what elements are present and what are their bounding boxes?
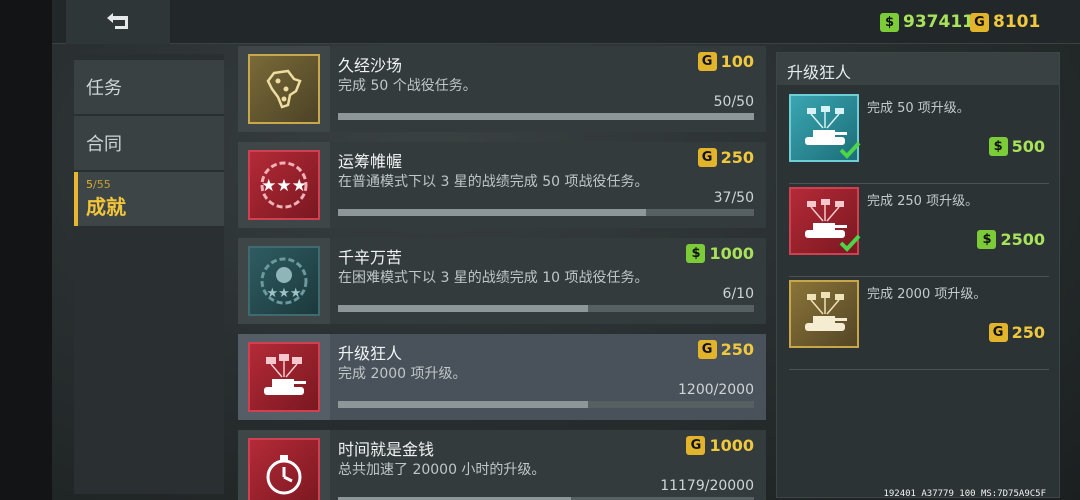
cash-balance: $ 937411	[880, 10, 974, 34]
nav-tab-label: 任务	[86, 78, 122, 99]
tier-item: 完成 2000 项升级。 G 250	[789, 277, 1049, 370]
achievement-desc: 在普通模式下以 3 星的战绩完成 50 项战役任务。	[338, 174, 649, 190]
tank-upgrade-icon	[789, 280, 859, 348]
achievement-desc: 完成 50 个战役任务。	[338, 78, 477, 94]
achievement-title: 升级狂人	[338, 344, 403, 363]
cash-icon: $	[880, 12, 899, 32]
cash-icon: $	[977, 230, 997, 249]
achievement-row[interactable]: ★★★ 运筹帷幄 在普通模式下以 3 星的战绩完成 50 项战役任务。 G 25…	[238, 142, 766, 228]
nav-tab-label: 成就	[86, 195, 126, 219]
tier-reward: G 250	[988, 323, 1045, 342]
achievement-list: 久经沙场 完成 50 个战役任务。 G 100 50/50 ★★★ 运筹帷幄 在…	[238, 44, 766, 500]
achievement-desc: 完成 2000 项升级。	[338, 366, 467, 382]
achievement-title: 运筹帷幄	[338, 152, 403, 171]
tier-desc: 完成 50 项升级。	[867, 101, 970, 116]
achievement-reward: G 250	[697, 340, 754, 359]
achievement-detail-panel: 升级狂人 完成 50 项升级。 $ 500 完成 250 项升级。 $ 2500…	[776, 52, 1060, 498]
gold-icon: G	[970, 12, 989, 32]
progress-bar	[338, 113, 754, 120]
achievement-reward: $ 1000	[686, 244, 754, 263]
achievement-reward: G 250	[697, 148, 754, 167]
detail-title: 升级狂人	[777, 53, 1059, 85]
stopwatch-icon	[248, 438, 320, 500]
skull-stars-icon: ★★★	[248, 246, 320, 316]
africa-map-icon	[248, 54, 320, 124]
achievement-title: 千辛万苦	[338, 248, 403, 267]
achievement-title: 久经沙场	[338, 56, 403, 75]
nav-tab-label: 合同	[86, 134, 122, 155]
achievement-reward: G 1000	[686, 436, 754, 455]
achievement-row[interactable]: 久经沙场 完成 50 个战役任务。 G 100 50/50	[238, 46, 766, 132]
gold-icon: G	[686, 436, 706, 455]
achievement-row[interactable]: ★★★ 千辛万苦 在困难模式下以 3 星的战绩完成 10 项战役任务。 $ 10…	[238, 238, 766, 324]
nav-tab-missions[interactable]: 任务	[74, 60, 224, 114]
debug-build-text: 192401 A37779 100 MS:7D75A9C5F	[883, 489, 1046, 499]
back-arrow-icon	[107, 13, 128, 29]
tank-upgrade-icon	[248, 342, 320, 412]
gold-amount: 8101	[993, 12, 1041, 32]
cash-amount: 937411	[903, 12, 974, 32]
gold-icon: G	[697, 340, 717, 359]
checkmark-icon	[839, 234, 861, 252]
three-stars-icon: ★★★	[248, 150, 320, 220]
left-edge	[0, 0, 52, 500]
tier-reward: $ 500	[988, 137, 1045, 156]
gold-icon: G	[697, 148, 717, 167]
tier-desc: 完成 2000 项升级。	[867, 287, 987, 302]
achievement-row-selected[interactable]: 升级狂人 完成 2000 项升级。 G 250 1200/2000	[238, 334, 766, 420]
gold-balance: G 8101	[970, 10, 1040, 34]
achievement-desc: 在困难模式下以 3 星的战绩完成 10 项战役任务。	[338, 270, 649, 286]
achievement-progress: 37/50	[713, 190, 754, 206]
progress-bar	[338, 305, 754, 312]
tier-reward: $ 2500	[977, 230, 1045, 249]
achievement-title: 时间就是金钱	[338, 440, 435, 459]
achievement-row[interactable]: 时间就是金钱 总共加速了 20000 小时的升级。 G 1000 11179/2…	[238, 430, 766, 500]
tier-item: 完成 250 项升级。 $ 2500	[789, 184, 1049, 277]
back-button[interactable]	[66, 0, 170, 44]
cash-icon: $	[988, 137, 1008, 156]
achievement-progress: 1200/2000	[678, 382, 754, 398]
achievement-desc: 总共加速了 20000 小时的升级。	[338, 462, 546, 478]
progress-bar	[338, 401, 754, 408]
category-nav: 任务 合同 5/55 成就	[74, 54, 224, 494]
tier-item: 完成 50 项升级。 $ 500	[789, 91, 1049, 184]
tier-desc: 完成 250 项升级。	[867, 194, 979, 209]
achievement-progress: 6/10	[722, 286, 754, 302]
achievement-reward: G 100	[697, 52, 754, 71]
cash-icon: $	[686, 244, 706, 263]
gold-icon: G	[697, 52, 717, 71]
achievement-progress: 50/50	[713, 94, 754, 110]
checkmark-icon	[839, 141, 861, 159]
nav-tab-achievements[interactable]: 5/55 成就	[74, 172, 224, 226]
gold-icon: G	[988, 323, 1008, 342]
nav-tab-contracts[interactable]: 合同	[74, 116, 224, 170]
progress-bar	[338, 209, 754, 216]
svg-text:★★★: ★★★	[261, 176, 307, 196]
svg-text:★★★: ★★★	[267, 286, 302, 301]
achievement-progress: 11179/20000	[660, 478, 754, 494]
achievement-count: 5/55	[86, 178, 111, 191]
